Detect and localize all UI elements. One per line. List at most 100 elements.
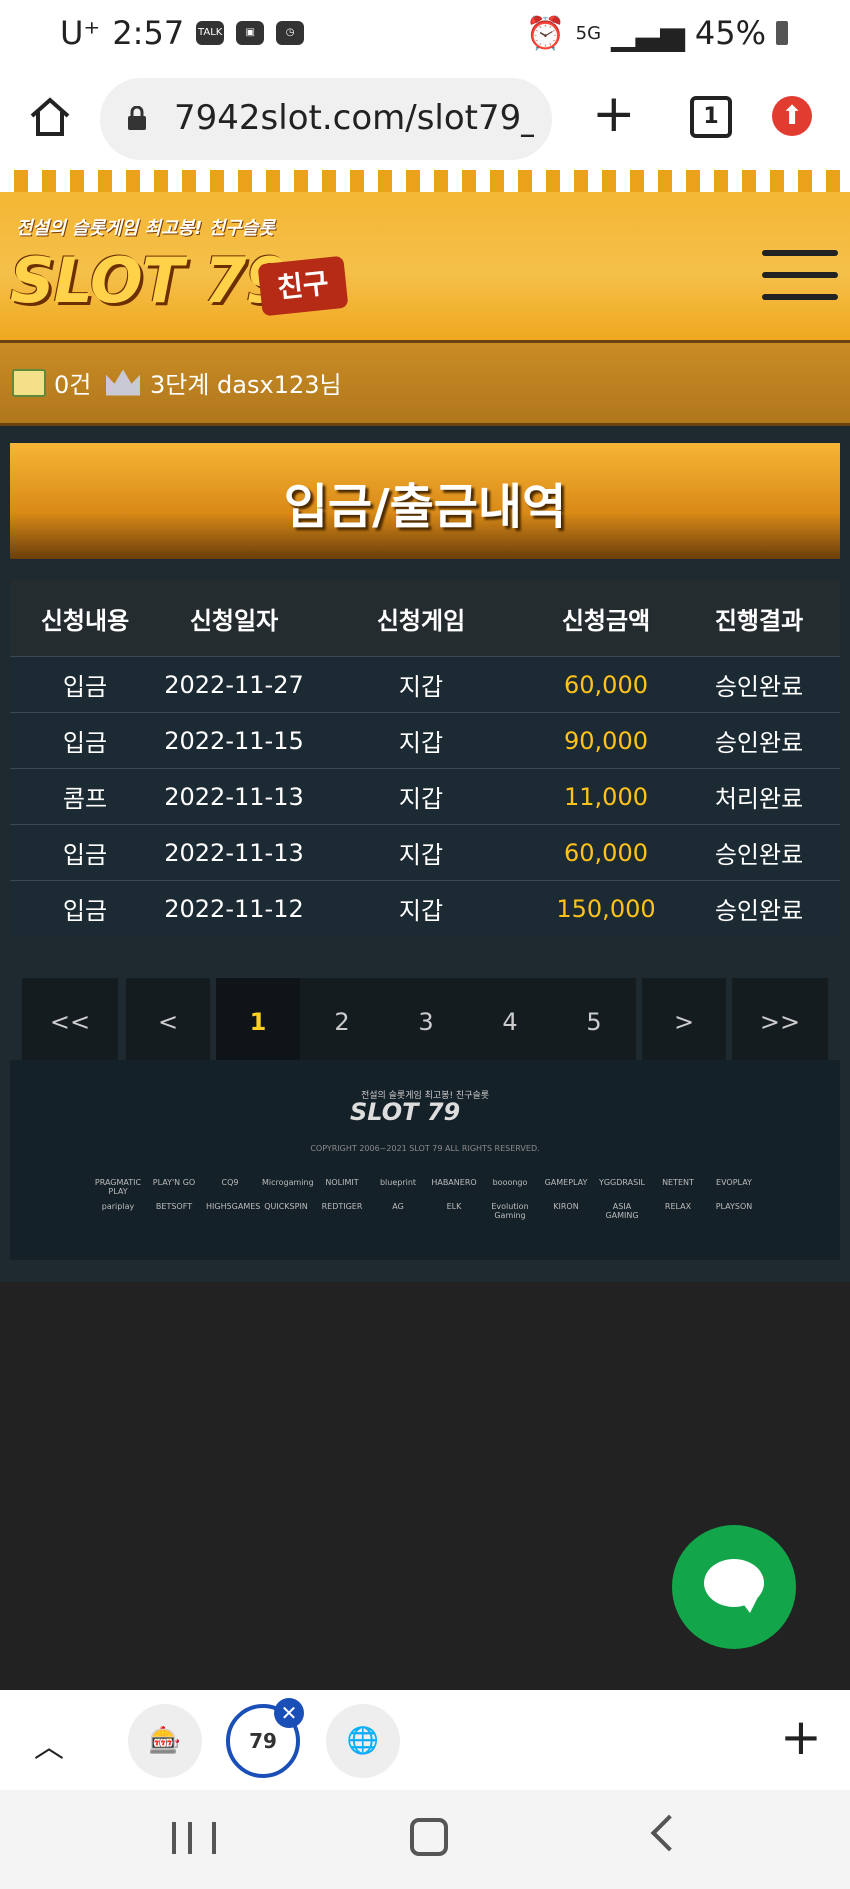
- header-result: 진행결과: [714, 606, 804, 635]
- provider-logo: Evolution Gaming: [491, 1202, 529, 1220]
- network-5g-icon: 5G: [575, 22, 602, 44]
- provider-logo: KIRON: [553, 1202, 579, 1211]
- page-5-button[interactable]: 5: [552, 978, 636, 1066]
- cell-amount: 60,000: [564, 838, 648, 867]
- site-page: 전설의 슬롯게임 최고봉! 친구슬롯 SLOT 79 친구 0건 3단계 das…: [0, 170, 850, 1690]
- provider-logo: QUICKSPIN: [264, 1202, 308, 1211]
- footer-logo: SLOT 79: [350, 1098, 461, 1126]
- provider-logo: HIGH5GAMES: [206, 1202, 261, 1211]
- header-type: 신청내용: [40, 606, 130, 635]
- tab-globe-icon[interactable]: 🌐: [326, 1704, 400, 1778]
- status-right: ⏰ 5G ▁▃▅ 45%: [526, 14, 788, 52]
- cell-date: 2022-11-27: [164, 670, 304, 699]
- cell-type: 입금: [62, 673, 108, 701]
- address-bar[interactable]: 7942slot.com/slot79_wa: [100, 78, 552, 160]
- provider-logo: ELK: [446, 1202, 462, 1211]
- home-icon[interactable]: [28, 94, 72, 138]
- lock-icon: [128, 106, 146, 130]
- bottom-tab-strip: ︿ 🎰 79 ✕ 🌐 +: [0, 1690, 850, 1790]
- provider-logo: PLAYSON: [715, 1202, 753, 1211]
- cell-date: 2022-11-13: [164, 782, 304, 811]
- provider-logo: ASIA GAMING: [605, 1202, 639, 1220]
- provider-logo: CQ9: [221, 1178, 239, 1187]
- url-text: 7942slot.com/slot79_wa: [174, 98, 534, 138]
- cell-date: 2022-11-12: [164, 894, 304, 923]
- crown-icon: [106, 369, 140, 396]
- provider-logo: Microgaming: [262, 1178, 314, 1187]
- page-first-button[interactable]: <<: [22, 978, 118, 1066]
- provider-logo: GAMEPLAY: [544, 1178, 588, 1187]
- provider-logo: BETSOFT: [155, 1202, 193, 1211]
- envelope-icon: [12, 368, 46, 397]
- header-game: 신청게임: [376, 606, 466, 635]
- carrier-label: U⁺: [60, 14, 101, 52]
- provider-logo: blueprint: [379, 1178, 417, 1187]
- tab-close-icon[interactable]: ✕: [274, 1698, 304, 1728]
- user-name: 3단계 dasx123님: [150, 371, 342, 399]
- cell-result: 승인완료: [714, 673, 804, 701]
- cell-game: 지갑: [398, 841, 444, 869]
- talk-icon: TALK: [196, 21, 225, 45]
- pagination: << < 1 2 3 4 5 > >>: [22, 978, 828, 1066]
- provider-logo: NOLIMIT: [325, 1178, 359, 1187]
- chevron-up-icon[interactable]: ︿: [34, 1722, 64, 1766]
- provider-logo: HABANERO: [431, 1178, 477, 1187]
- provider-logo: AG: [392, 1202, 404, 1211]
- back-nav-icon[interactable]: [650, 1814, 688, 1852]
- image-icon: ▣: [236, 21, 265, 45]
- cell-date: 2022-11-15: [164, 726, 304, 755]
- cell-game: 지갑: [398, 897, 444, 925]
- menu-hamburger-icon[interactable]: [762, 250, 838, 302]
- cell-type: 입금: [62, 841, 108, 869]
- cell-type: 입금: [62, 897, 108, 925]
- page-next-button[interactable]: >: [642, 978, 726, 1066]
- provider-logos: PRAGMATIC PLAY PLAY'N GO CQ9 Microgaming…: [94, 1178, 774, 1220]
- cell-amount: 150,000: [556, 894, 656, 923]
- table-row: 입금 2022-11-13 지갑 60,000 승인완료: [10, 824, 840, 880]
- page-2-button[interactable]: 2: [300, 978, 384, 1066]
- tab-slot-machine-icon[interactable]: 🎰: [128, 1704, 202, 1778]
- home-nav-icon[interactable]: [410, 1818, 448, 1856]
- alarm-icon: ⏰: [525, 14, 566, 52]
- user-info-bar: 0건 3단계 dasx123님: [0, 340, 850, 426]
- page-last-button[interactable]: >>: [732, 978, 828, 1066]
- signal-icon: ▁▃▅: [611, 14, 685, 52]
- messages-count: 0건: [54, 371, 92, 399]
- tab-switcher-button[interactable]: 1: [690, 96, 732, 138]
- cell-game: 지갑: [398, 785, 444, 813]
- cell-date: 2022-11-13: [164, 838, 304, 867]
- page-1-button[interactable]: 1: [216, 978, 300, 1066]
- clock-time: 2:57: [112, 14, 185, 52]
- new-tab-plus-icon[interactable]: +: [592, 88, 636, 140]
- provider-logo: YGGDRASIL: [598, 1178, 646, 1187]
- cell-amount: 90,000: [564, 726, 648, 755]
- messages-link[interactable]: 0건: [12, 365, 91, 400]
- cell-type: 입금: [62, 729, 108, 757]
- page-title: 입금/출금내역: [283, 479, 567, 535]
- site-footer: 전설의 슬롯게임 최고봉! 친구슬롯 SLOT 79 COPYRIGHT 200…: [10, 1060, 840, 1260]
- logo-tagline: 전설의 슬롯게임 최고봉! 친구슬롯: [16, 218, 275, 239]
- update-arrow-icon[interactable]: ⬆: [772, 96, 812, 136]
- provider-logo: PLAY'N GO: [152, 1178, 196, 1187]
- cell-result: 처리완료: [714, 785, 804, 813]
- clock-icon: ◷: [276, 21, 305, 45]
- cell-amount: 60,000: [564, 670, 648, 699]
- cell-amount: 11,000: [564, 782, 648, 811]
- provider-logo: REDTIGER: [321, 1202, 363, 1211]
- site-header: 전설의 슬롯게임 최고봉! 친구슬롯 SLOT 79 친구: [0, 170, 850, 340]
- provider-logo: pariplay: [101, 1202, 135, 1211]
- browser-toolbar: 7942slot.com/slot79_wa + 1 ⬆: [0, 70, 850, 170]
- table-header: 신청내용 신청일자 신청게임 신청금액 진행결과: [10, 580, 840, 656]
- chat-button[interactable]: [672, 1525, 796, 1649]
- site-logo[interactable]: 전설의 슬롯게임 최고봉! 친구슬롯 SLOT 79 친구: [10, 210, 350, 320]
- page-3-button[interactable]: 3: [384, 978, 468, 1066]
- page-4-button[interactable]: 4: [468, 978, 552, 1066]
- provider-logo: NETENT: [662, 1178, 694, 1187]
- add-tab-plus-icon[interactable]: +: [780, 1708, 822, 1766]
- android-nav-bar: [0, 1790, 850, 1889]
- provider-logo: RELAX: [664, 1202, 692, 1211]
- page-prev-button[interactable]: <: [126, 978, 210, 1066]
- recent-apps-icon[interactable]: [172, 1822, 216, 1854]
- cell-result: 승인완료: [714, 841, 804, 869]
- table-row: 콤프 2022-11-13 지갑 11,000 처리완료: [10, 768, 840, 824]
